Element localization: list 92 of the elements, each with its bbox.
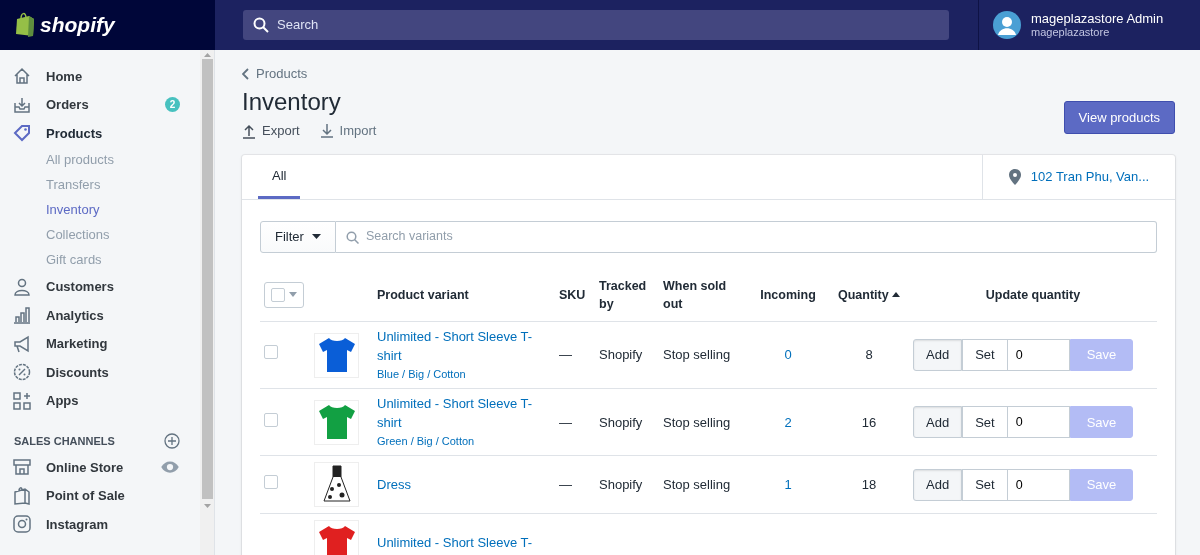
sidebar-item[interactable]: Products — [12, 119, 200, 148]
section-heading: SALES CHANNELS — [14, 433, 115, 449]
sidebar-item[interactable]: Instagram — [12, 510, 200, 539]
incoming-link[interactable]: 1 — [784, 477, 792, 493]
set-button[interactable]: Set — [962, 339, 1008, 372]
sold-out-text: Stop selling — [663, 477, 731, 493]
apps-grid-icon — [12, 390, 32, 411]
column-header[interactable]: Quantity — [838, 285, 889, 304]
quantity-input[interactable]: 0 — [1007, 406, 1070, 439]
scrollbar[interactable] — [200, 50, 214, 555]
sold-out-text: Stop selling — [663, 347, 731, 363]
variant-link[interactable]: Blue / Big / Cotton — [377, 365, 551, 383]
download-icon — [319, 123, 334, 140]
sidebar-subitem[interactable]: Inventory — [12, 197, 200, 223]
home-icon — [12, 66, 32, 87]
column-header: SKU — [559, 287, 586, 302]
sidebar-item[interactable]: Marketing — [12, 329, 200, 358]
sold-out-text: Stop selling — [663, 414, 731, 430]
export-button[interactable]: Export — [242, 121, 300, 141]
scroll-down-icon — [203, 504, 211, 508]
camera-icon — [12, 514, 32, 535]
user-name: mageplazastore Admin — [1031, 11, 1164, 27]
sidebar-item[interactable]: Point of Sale — [12, 481, 200, 510]
logo-wordmark: shopify — [40, 12, 115, 39]
sidebar-item[interactable]: Orders 2 — [12, 90, 200, 119]
row-checkbox[interactable] — [264, 412, 278, 427]
add-icon[interactable] — [164, 433, 180, 449]
product-link[interactable]: Unlimited - Short Sleeve T- — [377, 533, 551, 553]
quantity-text: 16 — [861, 414, 877, 430]
sidebar-item[interactable]: Customers — [12, 272, 200, 301]
tracked-by-text: Shopify — [599, 347, 643, 363]
select-all-checkbox[interactable] — [264, 281, 304, 308]
product-link[interactable]: Dress — [377, 475, 551, 495]
sort-ascending-icon — [891, 292, 900, 298]
caret-down-icon — [311, 234, 321, 240]
shopping-bag-icon — [14, 12, 36, 38]
set-button[interactable]: Set — [962, 468, 1008, 501]
avatar-icon — [993, 11, 1021, 39]
quantity-text: 8 — [865, 347, 873, 363]
set-button[interactable]: Set — [962, 406, 1008, 439]
add-button[interactable]: Add — [913, 339, 963, 372]
incoming-link[interactable]: 0 — [784, 347, 792, 363]
upload-icon — [242, 123, 256, 140]
tracked-by-text: Shopify — [599, 414, 643, 430]
sidebar-item[interactable]: Online Store — [12, 453, 200, 482]
scroll-up-icon — [203, 53, 211, 57]
row-checkbox[interactable] — [264, 475, 278, 490]
row-checkbox[interactable] — [264, 345, 278, 360]
filter-dropdown[interactable]: Filter — [260, 220, 336, 253]
import-button[interactable]: Import — [319, 121, 377, 141]
product-link[interactable]: Unlimited - Short Sleeve T-shirt — [377, 395, 551, 433]
product-link[interactable]: Unlimited - Short Sleeve T-shirt — [377, 328, 551, 366]
megaphone-icon — [12, 333, 32, 354]
tab[interactable]: All — [258, 154, 301, 199]
sku-text: — — [559, 347, 572, 363]
column-header: When sold out — [663, 278, 727, 311]
incoming-link[interactable]: 2 — [784, 414, 792, 430]
view-products-button[interactable]: View products — [1063, 100, 1175, 135]
quantity-input[interactable]: 0 — [1007, 339, 1070, 372]
map-pin-icon — [1008, 168, 1021, 185]
tag-icon — [12, 123, 32, 144]
bar-chart-icon — [12, 305, 32, 326]
store-name: mageplazastore — [1031, 26, 1111, 39]
quantity-input[interactable]: 0 — [1007, 468, 1070, 501]
column-header: Product variant — [377, 287, 469, 302]
quantity-text: 18 — [861, 477, 877, 493]
tracked-by-text: Shopify — [599, 477, 643, 493]
column-header: Tracked by — [599, 278, 647, 311]
percent-badge-icon — [12, 362, 32, 383]
sidebar-item[interactable]: Discounts — [12, 358, 200, 387]
column-header: Incoming — [760, 287, 816, 302]
location-link[interactable]: 102 Tran Phu, Van... — [982, 154, 1175, 199]
page-title: Inventory — [242, 87, 342, 117]
sku-text: — — [559, 477, 572, 493]
storefront-icon — [12, 457, 32, 478]
shopping-bag-icon — [12, 485, 32, 506]
sidebar-item[interactable]: Apps — [12, 386, 200, 415]
chevron-left-icon — [242, 67, 250, 80]
sku-text: — — [559, 414, 572, 430]
column-header: Update quantity — [985, 287, 1081, 302]
add-button[interactable]: Add — [913, 468, 963, 501]
variant-link[interactable]: Green / Big / Cotton — [377, 432, 551, 450]
sidebar-item[interactable]: Analytics — [12, 301, 200, 330]
search-variants-field[interactable]: Search variants — [335, 220, 1157, 253]
back-link[interactable]: Products — [242, 64, 1175, 84]
add-button[interactable]: Add — [913, 406, 963, 439]
caret-down-icon — [289, 292, 297, 298]
person-icon — [12, 276, 32, 297]
count-badge: 2 — [165, 97, 180, 113]
search-field[interactable]: Search — [243, 10, 949, 40]
sidebar-item[interactable]: Home — [12, 62, 200, 91]
search-icon — [253, 17, 269, 33]
